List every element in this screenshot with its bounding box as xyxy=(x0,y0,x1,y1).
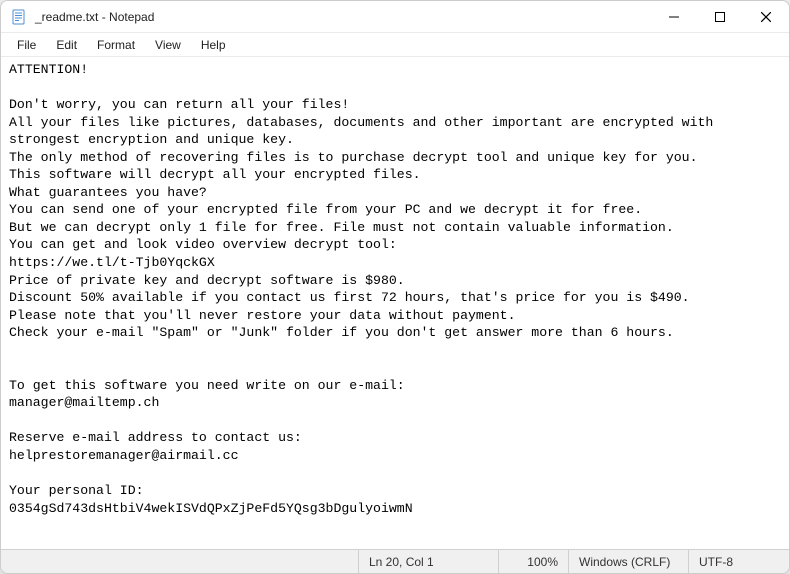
window-controls xyxy=(651,1,789,32)
menu-file[interactable]: File xyxy=(7,36,46,54)
statusbar: Ln 20, Col 1 100% Windows (CRLF) UTF-8 xyxy=(1,549,789,573)
text-area[interactable]: ATTENTION! Don't worry, you can return a… xyxy=(1,57,789,549)
menubar: File Edit Format View Help xyxy=(1,33,789,57)
status-zoom: 100% xyxy=(499,550,569,573)
status-encoding: UTF-8 xyxy=(689,550,789,573)
titlebar: _readme.txt - Notepad xyxy=(1,1,789,33)
notepad-window: _readme.txt - Notepad File Edit xyxy=(0,0,790,574)
close-icon xyxy=(761,12,771,22)
minimize-icon xyxy=(669,12,679,22)
menu-view[interactable]: View xyxy=(145,36,191,54)
maximize-button[interactable] xyxy=(697,1,743,33)
maximize-icon xyxy=(715,12,725,22)
minimize-button[interactable] xyxy=(651,1,697,33)
window-title: _readme.txt - Notepad xyxy=(35,10,651,24)
menu-help[interactable]: Help xyxy=(191,36,236,54)
notepad-icon xyxy=(11,9,27,25)
menu-edit[interactable]: Edit xyxy=(46,36,87,54)
status-position: Ln 20, Col 1 xyxy=(359,550,499,573)
menu-format[interactable]: Format xyxy=(87,36,145,54)
close-button[interactable] xyxy=(743,1,789,33)
status-spacer xyxy=(1,550,359,573)
status-line-ending: Windows (CRLF) xyxy=(569,550,689,573)
